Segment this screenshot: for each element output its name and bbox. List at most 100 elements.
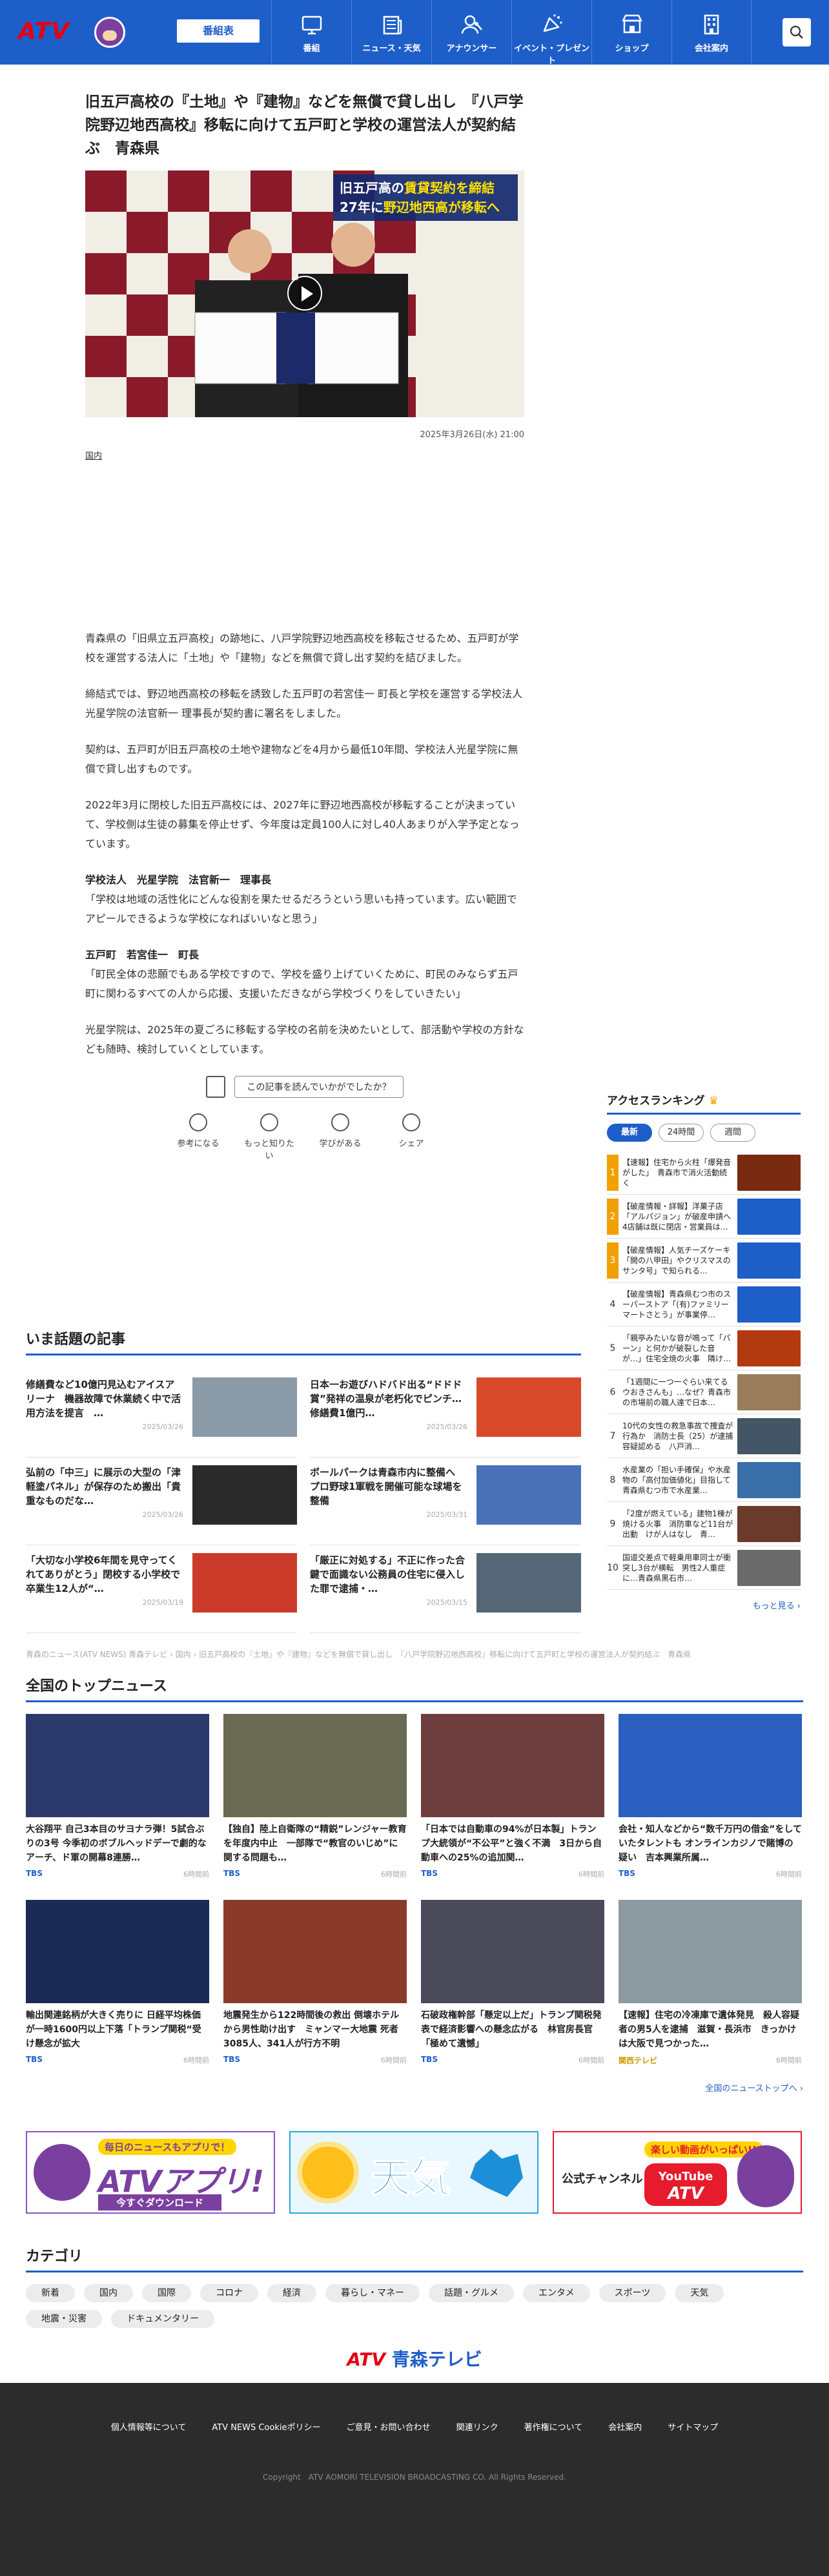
category-pill[interactable]: 国際 <box>142 2284 191 2302</box>
trending-title: いま話題の記事 <box>26 1328 581 1355</box>
category-pill[interactable]: 地震・災害 <box>26 2310 102 2328</box>
nav-item-company[interactable]: 会社案内 <box>671 0 752 65</box>
trending-item[interactable]: 「大切な小学校6年間を見守ってくれてありがとう」閉校する小学校で卒業生12人が“… <box>26 1545 297 1633</box>
nav-item-programs[interactable]: 番組 <box>271 0 351 65</box>
footer-logo-atv: ATV <box>347 2349 385 2370</box>
trending-item[interactable]: 修繕費など10億円見込むアイスアリーナ 機器故障で休業続く中で活用方法を提言 …… <box>26 1370 297 1458</box>
ranking-item[interactable]: 7 10代の女性の救急事故で捜査が行為か 消防士長（25）が逮捕 容疑認める 八戸… <box>607 1414 801 1458</box>
category-pill[interactable]: コロナ <box>200 2284 258 2302</box>
rank-number: 7 <box>609 1430 616 1441</box>
app-banner[interactable]: 毎日のニュースもアプリで！ ATVアプリ! 今すぐダウンロード <box>26 2131 275 2214</box>
speaker-quote: 「町民全体の悲願でもある学校ですので、学校を盛り上げていくために、町民のみならず… <box>85 968 518 1000</box>
footer-link[interactable]: 個人情報等について <box>111 2420 187 2433</box>
nav-item-shop[interactable]: ショップ <box>591 0 671 65</box>
news-time: 6時間前 <box>381 2056 407 2065</box>
ranking-thumbnail <box>737 1242 801 1279</box>
logo-text: ATV <box>18 18 70 45</box>
category-pill[interactable]: 経済 <box>267 2284 316 2302</box>
article-category-link[interactable]: 国内 <box>85 449 524 461</box>
ranking-item[interactable]: 5 「親亭みたいな音が鳴って「パーン」と何かが破裂した音が…」住宅全焼の火事 隣け… <box>607 1326 801 1370</box>
national-title: 全国のトップニュース <box>26 1674 803 1702</box>
category-pill[interactable]: 国内 <box>84 2284 133 2302</box>
ranking-item[interactable]: 4 【破産情報】青森県むつ市のスーパーストア「(有)ファミリーマートさとう」が事業… <box>607 1283 801 1326</box>
hero-caption-line2: 27年に野辺地西高が移転へ <box>340 198 511 217</box>
breadcrumb[interactable]: 青森のニュース(ATV NEWS) 青森テレビ › 国内 › 旧五戸高校の『土地… <box>26 1649 691 1660</box>
news-card[interactable]: 輸出関連銘柄が大きく売りに 日経平均株価が一時1600円以上下落「トランプ関税“… <box>26 1900 209 2066</box>
trending-item[interactable]: ボールパークは青森市内に整備へ プロ野球1軍戦を開催可能な球場を整備 2025/0… <box>310 1458 581 1545</box>
feedback-learn[interactable]: 学びがある <box>314 1113 366 1161</box>
play-icon[interactable] <box>287 276 322 311</box>
category-pill[interactable]: ドキュメンタリー <box>111 2310 214 2328</box>
ranking-item[interactable]: 10 国道交差点で軽乗用車同士が衝突し3台が横転 男性2人重症に…青森県黒石市… <box>607 1546 801 1590</box>
tab-weekly[interactable]: 週間 <box>710 1124 755 1142</box>
category-pill[interactable]: 話題・グルメ <box>429 2284 514 2302</box>
nav-item-events[interactable]: イベント・プレゼント <box>511 0 591 66</box>
tv-schedule-button[interactable]: 番組表 <box>177 19 260 43</box>
trending-item[interactable]: 日本一お遊びハドバド出る“ドドド賞”発祥の温泉が老朽化でピンチ…修繕費1億円… 2… <box>310 1370 581 1458</box>
tab-latest[interactable]: 最新 <box>607 1124 652 1142</box>
news-card[interactable]: 石破政権幹部「懸定以上だ」トランプ関税発表で経済影響への懸念広がる 林官房長官「… <box>421 1900 604 2066</box>
news-thumbnail <box>223 1714 407 1817</box>
nav-label: 番組 <box>303 44 320 54</box>
news-time: 6時間前 <box>183 2056 209 2065</box>
footer-link[interactable]: ご意見・お問い合わせ <box>347 2420 431 2433</box>
article-video[interactable]: 旧五戸高の賃貸契約を締結 27年に野辺地西高が移転へ <box>85 170 524 417</box>
weather-banner[interactable]: 天気 <box>289 2131 538 2214</box>
news-meta: TBS 6時間前 <box>619 1869 802 1879</box>
ranking-item-title: 【速報】住宅から火柱「爆発音がした」 青森市で消火活動続く <box>622 1157 732 1188</box>
trending-item-date: 2025/03/19 <box>142 1598 183 1607</box>
footer-link[interactable]: 関連リンク <box>456 2420 498 2433</box>
trending-item-text: ボールパークは青森市内に整備へ プロ野球1軍戦を開催可能な球場を整備 2025/0… <box>310 1465 476 1545</box>
footer-links: 個人情報等について ATV NEWS Cookieポリシー ご意見・お問い合わせ 関連… <box>0 2420 829 2433</box>
trending-item[interactable]: 「厳正に対処する」不正に作った合鍵で面識ない公務員の住宅に侵入した罪で逮捕・… 2… <box>310 1545 581 1633</box>
atv-logo[interactable]: ATV <box>18 14 128 50</box>
news-source: 関西テレビ <box>619 2056 658 2065</box>
book-icon <box>331 1113 349 1131</box>
ranking-title-text: アクセスランキング <box>607 1095 705 1108</box>
footer-link[interactable]: 著作権について <box>524 2420 583 2433</box>
trending-item[interactable]: 弘前の「中三」に展示の大型の「津軽塗パネル」が保存のため搬出「貴重なものだな… 2… <box>26 1458 297 1545</box>
news-meta: TBS 6時間前 <box>421 1869 604 1879</box>
ranking-item[interactable]: 3 【破産情報】人気チーズケーキ「開の八甲田」やクリスマスのサンタ号」で知られる… <box>607 1239 801 1283</box>
search-button[interactable] <box>783 18 811 46</box>
tab-24h[interactable]: 24時間 <box>659 1124 704 1142</box>
footer-logo[interactable]: ATV 青森テレビ <box>0 2345 829 2371</box>
category-pill[interactable]: エンタメ <box>523 2284 590 2302</box>
news-time: 6時間前 <box>776 2056 802 2065</box>
banner-row: 毎日のニュースもアプリで！ ATVアプリ! 今すぐダウンロード 天気 楽しい動画… <box>26 2131 803 2214</box>
news-card[interactable]: 会社・知人などから“数千万円の借金”をしていたタレントも オンラインカジノで賭博… <box>619 1714 802 1879</box>
category-pill[interactable]: 暮らし・マネー <box>325 2284 420 2302</box>
news-card[interactable]: 「日本では自動車の94%が日本製」トランプ大統領が“不公平”と強く不満 3日から… <box>421 1714 604 1879</box>
national-more-link[interactable]: 全国のニューストップへ › <box>26 2081 803 2094</box>
feedback-more[interactable]: もっと知りたい <box>243 1113 295 1161</box>
news-source: TBS <box>421 1869 438 1878</box>
ranking-more-link[interactable]: もっと見る › <box>607 1599 801 1611</box>
news-card[interactable]: 地震発生から122時間後の救出 倒壊ホテルから男性助け出す ミャンマー大地震 死… <box>223 1900 407 2066</box>
news-card[interactable]: 【速報】住宅の冷凍庫で遺体発見 殺人容疑者の男5人を逮捕 滋賀・長浜市 きっかけ… <box>619 1900 802 2066</box>
category-list: 新着 国内 国際 コロナ 経済 暮らし・マネー 話題・グルメ エンタメ スポーツ 天気地震・災害ド… <box>26 2284 736 2328</box>
category-pill[interactable]: 新着 <box>26 2284 75 2302</box>
youtube-banner[interactable]: 楽しい動画がいっぱい!! 公式チャンネル YouTube ATV <box>553 2131 802 2214</box>
nav-item-announcers[interactable]: アナウンサー <box>431 0 511 65</box>
footer-link[interactable]: 会社案内 <box>608 2420 642 2433</box>
news-card[interactable]: 大谷翔平 自己3本目のサヨナラ弾！5試合ぶりの3号 今季初のボブルヘッドデーで劇… <box>26 1714 209 1879</box>
ranking-item[interactable]: 2 【破産情報・詳報】洋菓子店「アルパジョン」が破産申請へ 4店舗は既に閉店・営業… <box>607 1195 801 1239</box>
nav-item-news-weather[interactable]: ニュース・天気 <box>351 0 431 65</box>
ranking-item[interactable]: 8 水産業の「担い手確保」や水産物の「高付加価値化」目指して 青森県むつ市で水産業… <box>607 1458 801 1502</box>
shop-icon <box>622 14 642 34</box>
feedback-helpful[interactable]: 参考になる <box>172 1113 224 1161</box>
news-card[interactable]: 【独自】陸上自衛隊の“精鋭”レンジャー教育を年度内中止 一部隊で“教官のいじめ”… <box>223 1714 407 1879</box>
category-pill[interactable]: スポーツ <box>599 2284 666 2302</box>
share-button[interactable]: シェア <box>385 1113 437 1161</box>
footer-link[interactable]: ATV NEWS Cookieポリシー <box>212 2420 320 2433</box>
article-paragraph: 契約は、五戸町が旧五戸高校の土地や建物などを4月から最低10年間、学校法人光星学… <box>85 743 518 775</box>
ranking-item[interactable]: 6 「1週間に一つ一ぐらい来てるウおきさんも」…なぜ？青森市の市場前の職人達で日本… <box>607 1370 801 1414</box>
footer-link[interactable]: サイトマップ <box>668 2420 718 2433</box>
ranking-item-title: 水産業の「担い手確保」や水産物の「高付加価値化」目指して 青森県むつ市で水産業… <box>622 1465 737 1495</box>
feedback-question-text: この記事を読んでいかがでしたか？ <box>234 1076 404 1098</box>
ranking-item[interactable]: 1 【速報】住宅から火柱「爆発音がした」 青森市で消火活動続く <box>607 1151 801 1195</box>
category-pill[interactable]: 天気 <box>675 2284 724 2302</box>
article-title: 旧五戸高校の『土地』や『建物』などを無償で貸し出し 『八戸学院野辺地西高校』移転… <box>85 94 524 157</box>
ranking-item[interactable]: 9 「2度が燃えている」建物1棟が焼ける火事 消防車など11台が出動 けが人はなし… <box>607 1502 801 1546</box>
feedback-section: この記事を読んでいかがでしたか？ 参考になる もっと知りたい 学びがある シェア <box>85 1076 524 1161</box>
